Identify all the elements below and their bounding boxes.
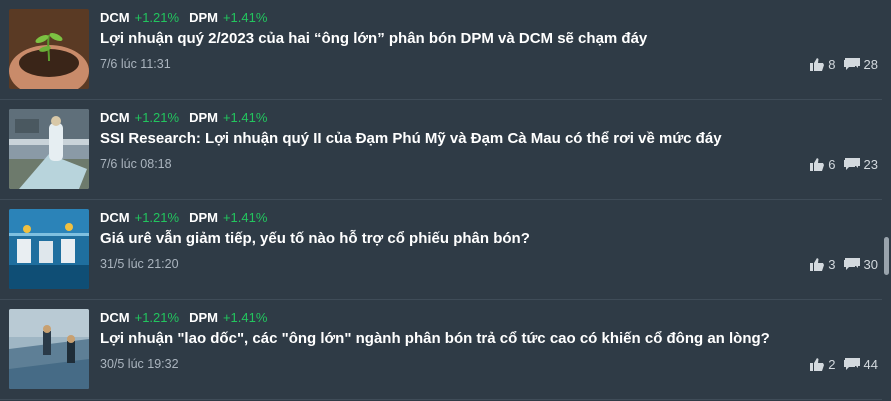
- ticker-change: +1.41%: [222, 10, 268, 25]
- likes-button[interactable]: 3: [810, 257, 836, 272]
- article-time: 7/6 lúc 08:18: [100, 157, 172, 171]
- article-thumbnail[interactable]: [9, 209, 89, 289]
- ticker-change: +1.41%: [222, 310, 268, 325]
- article-stats: 6 23: [802, 157, 878, 172]
- comments-button[interactable]: 23: [843, 157, 878, 172]
- article-stats: 2 44: [802, 357, 878, 372]
- ticker-symbol[interactable]: DCM: [100, 310, 130, 325]
- ticker-list: DCM +1.21% DPM +1.41%: [100, 210, 277, 225]
- article-title[interactable]: Giá urê vẫn giảm tiếp, yếu tố nào hỗ trợ…: [100, 230, 530, 247]
- article-thumbnail[interactable]: [9, 9, 89, 89]
- article-stats: 8 28: [802, 57, 878, 72]
- thumbs-up-icon: [810, 258, 825, 271]
- likes-button[interactable]: 6: [810, 157, 836, 172]
- news-item[interactable]: DCM +1.21% DPM +1.41% Lợi nhuận "lao dốc", …: [0, 300, 882, 400]
- article-thumbnail[interactable]: [9, 309, 89, 389]
- comment-icon: [843, 358, 860, 370]
- article-time: 7/6 lúc 11:31: [100, 57, 171, 71]
- likes-button[interactable]: 2: [810, 357, 836, 372]
- news-item[interactable]: DCM +1.21% DPM +1.41% SSI Research: Lợi nhu…: [0, 100, 882, 200]
- article-thumbnail[interactable]: [9, 109, 89, 189]
- comment-icon: [843, 158, 860, 170]
- news-item[interactable]: DCM +1.21% DPM +1.41% Lợi nhuận quý 2/2023 …: [0, 0, 882, 100]
- comments-button[interactable]: 30: [843, 257, 878, 272]
- ticker-symbol[interactable]: DPM: [189, 110, 218, 125]
- thumbs-up-icon: [810, 358, 825, 371]
- ticker-symbol[interactable]: DPM: [189, 210, 218, 225]
- thumbs-up-icon: [810, 58, 825, 71]
- article-time: 31/5 lúc 21:20: [100, 257, 179, 271]
- ticker-change: +1.21%: [134, 310, 180, 325]
- ticker-list: DCM +1.21% DPM +1.41%: [100, 310, 277, 325]
- comments-count: 44: [863, 357, 878, 372]
- ticker-symbol[interactable]: DPM: [189, 10, 218, 25]
- ticker-change: +1.21%: [134, 210, 180, 225]
- article-title[interactable]: Lợi nhuận quý 2/2023 của hai “ông lớn” p…: [100, 30, 647, 47]
- comments-button[interactable]: 44: [843, 357, 878, 372]
- ticker-symbol[interactable]: DPM: [189, 310, 218, 325]
- article-stats: 3 30: [802, 257, 878, 272]
- article-time: 30/5 lúc 19:32: [100, 357, 179, 371]
- ticker-change: +1.21%: [134, 110, 180, 125]
- ticker-change: +1.41%: [222, 210, 268, 225]
- ticker-change: +1.41%: [222, 110, 268, 125]
- thumbs-up-icon: [810, 158, 825, 171]
- scrollbar-thumb[interactable]: [884, 237, 889, 275]
- article-title[interactable]: SSI Research: Lợi nhuận quý II của Đạm P…: [100, 130, 722, 147]
- scrollbar[interactable]: [882, 0, 891, 401]
- ticker-symbol[interactable]: DCM: [100, 10, 130, 25]
- ticker-list: DCM +1.21% DPM +1.41%: [100, 110, 277, 125]
- comments-button[interactable]: 28: [843, 57, 878, 72]
- comment-icon: [843, 258, 860, 270]
- likes-count: 6: [828, 157, 836, 172]
- likes-count: 2: [828, 357, 836, 372]
- ticker-symbol[interactable]: DCM: [100, 210, 130, 225]
- likes-button[interactable]: 8: [810, 57, 836, 72]
- comment-icon: [843, 58, 860, 70]
- news-item[interactable]: DCM +1.21% DPM +1.41% Giá urê vẫn giảm tiếp…: [0, 200, 882, 300]
- comments-count: 23: [863, 157, 878, 172]
- article-title[interactable]: Lợi nhuận "lao dốc", các "ông lớn" ngành…: [100, 330, 770, 347]
- comments-count: 30: [863, 257, 878, 272]
- news-feed: DCM +1.21% DPM +1.41% Lợi nhuận quý 2/2023 …: [0, 0, 891, 401]
- likes-count: 3: [828, 257, 836, 272]
- likes-count: 8: [828, 57, 836, 72]
- ticker-change: +1.21%: [134, 10, 180, 25]
- ticker-list: DCM +1.21% DPM +1.41%: [100, 10, 277, 25]
- ticker-symbol[interactable]: DCM: [100, 110, 130, 125]
- comments-count: 28: [863, 57, 878, 72]
